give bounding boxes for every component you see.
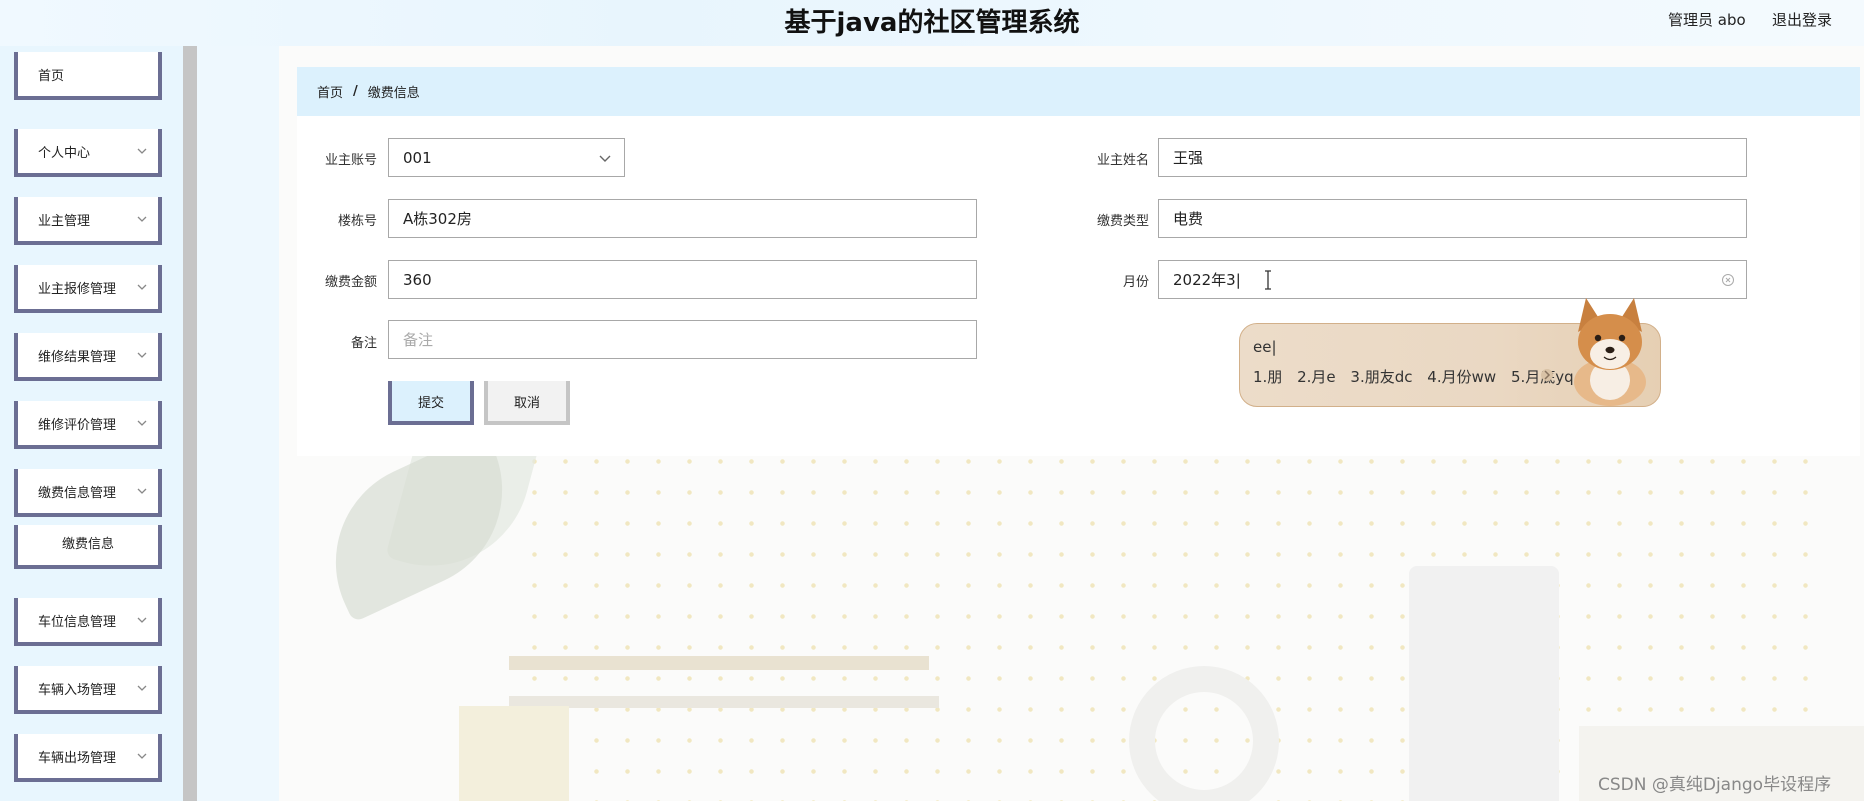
sidebar-scrollbar[interactable] [183,46,197,801]
next-page-icon[interactable] [1540,367,1554,383]
owner-name-label: 业主姓名 [1096,153,1149,168]
chevron-down-icon [137,617,147,623]
chevron-down-icon [599,155,611,162]
sidebar-item-label: 车位信息管理 [38,614,117,630]
ime-candidate-popup: ee| 1.朋 2.月e 3.朋友dc 4.月份ww 5.月底yq [1239,298,1661,407]
sidebar-item-parking-management[interactable]: 车位信息管理 [14,598,162,646]
cylinder-decoration [1409,566,1559,801]
sidebar-item-label: 个人中心 [38,145,91,161]
logout-link[interactable]: 退出登录 [1772,9,1832,30]
payment-type-input[interactable] [1158,199,1747,238]
chevron-down-icon [137,488,147,494]
owner-name-input[interactable] [1158,138,1747,177]
shiba-dog-icon [1574,298,1646,406]
chevron-down-icon [137,284,147,290]
chevron-down-icon [137,753,147,759]
current-user: 管理员 abo [1668,11,1746,29]
shelf-decoration [509,696,939,708]
sidebar-item-owner-management[interactable]: 业主管理 [14,197,162,245]
submit-button[interactable]: 提交 [388,381,474,425]
watermark: CSDN @真纯Django毕设程序 [1598,775,1832,795]
chevron-down-icon [137,148,147,154]
text-cursor-icon [1265,270,1271,290]
ime-candidate[interactable]: 4.月份ww [1427,368,1496,386]
sidebar: 首页 个人中心 业主管理 业主报修管理 维修结果管理 维修评价管理 缴费信息管理… [0,46,183,801]
chevron-down-icon [137,685,147,691]
ime-candidate[interactable]: 2.月e [1297,368,1336,386]
payment-type-label: 缴费类型 [1096,214,1149,229]
sidebar-item-label: 业主报修管理 [38,281,117,297]
sidebar-item-repair-management[interactable]: 业主报修管理 [14,265,162,313]
box-decoration [459,706,569,801]
ime-candidate[interactable]: 1.朋 [1253,368,1282,386]
sidebar-item-repair-result-management[interactable]: 维修结果管理 [14,333,162,381]
chevron-down-icon [137,420,147,426]
month-label: 月份 [1122,275,1149,290]
sidebar-item-label: 维修结果管理 [38,349,117,365]
amount-input[interactable] [388,260,977,299]
sidebar-item-label: 缴费信息 [61,537,114,552]
breadcrumb-current: 缴费信息 [367,86,420,101]
amount-label: 缴费金额 [324,275,377,290]
sidebar-item-home[interactable]: 首页 [14,52,162,100]
sidebar-item-label: 车辆出场管理 [38,750,117,766]
building-label: 楼栋号 [337,214,377,229]
remark-label: 备注 [350,336,377,351]
top-header: 基于java的社区管理系统 管理员 abo 退出登录 [0,0,1864,46]
ime-candidate[interactable]: 3.朋友dc [1350,368,1412,386]
sidebar-item-label: 首页 [38,68,65,84]
chevron-down-icon [137,352,147,358]
sidebar-item-payment-management[interactable]: 缴费信息管理 [14,469,162,517]
building-input[interactable] [388,199,977,238]
owner-account-select[interactable] [388,138,625,177]
owner-account-label: 业主账号 [324,153,377,168]
ime-composition: ee| [1253,338,1277,356]
ime-candidate-list: 1.朋 2.月e 3.朋友dc 4.月份ww 5.月底yq [1253,366,1584,387]
breadcrumb-home[interactable]: 首页 [317,82,343,101]
sidebar-gutter [197,46,279,801]
clear-icon[interactable] [1721,273,1735,287]
remark-input[interactable] [388,320,977,359]
chevron-down-icon [137,216,147,222]
sidebar-item-label: 车辆入场管理 [38,682,117,698]
sidebar-item-label: 维修评价管理 [38,417,117,433]
breadcrumb-separator: / [353,84,358,99]
owner-account-input[interactable] [388,138,625,177]
breadcrumb: 首页 / 缴费信息 [297,67,1860,116]
app-title: 基于java的社区管理系统 [784,8,1080,38]
sidebar-item-personal-center[interactable]: 个人中心 [14,129,162,177]
sidebar-item-label: 缴费信息管理 [38,485,117,501]
sidebar-item-repair-review-management[interactable]: 维修评价管理 [14,401,162,449]
cancel-button[interactable]: 取消 [484,381,570,425]
shelf-decoration [509,656,929,670]
sidebar-item-vehicle-exit-management[interactable]: 车辆出场管理 [14,734,162,782]
sidebar-item-vehicle-entry-management[interactable]: 车辆入场管理 [14,666,162,714]
sidebar-item-label: 业主管理 [38,213,91,229]
sidebar-subitem-payment-info[interactable]: 缴费信息 [14,525,162,569]
